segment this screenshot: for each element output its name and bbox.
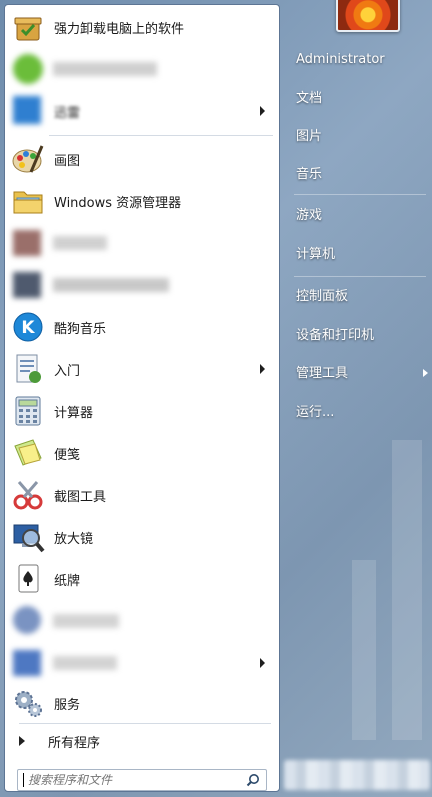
solitaire-icon <box>11 562 45 596</box>
search-icon[interactable] <box>246 773 260 787</box>
blurred-app-icon <box>11 94 45 128</box>
program-label: 放大镜 <box>54 531 94 547</box>
submenu-arrow-icon <box>260 658 265 668</box>
user-name-link[interactable]: Administrator <box>296 43 426 77</box>
program-item-blurred[interactable] <box>7 643 277 683</box>
computer-link[interactable]: 计算机 <box>296 238 426 272</box>
program-item-magnifier[interactable]: 放大镜 <box>7 517 277 557</box>
program-item-sticky-notes[interactable]: 便笺 <box>7 433 277 473</box>
snipping-tool-icon <box>11 478 45 512</box>
svg-text:K: K <box>21 318 35 338</box>
program-item-solitaire[interactable]: 纸牌 <box>7 559 277 599</box>
background-glass <box>392 440 422 740</box>
blurred-label <box>53 656 117 670</box>
divider <box>49 135 273 136</box>
program-item-calculator[interactable]: 计算器 <box>7 391 277 431</box>
search-box[interactable] <box>17 769 267 791</box>
blurred-app-icon <box>11 268 45 302</box>
kugou-icon: K <box>11 310 45 344</box>
blurred-label <box>53 278 169 292</box>
services-gear-icon <box>11 686 45 720</box>
all-programs-label: 所有程序 <box>48 735 101 751</box>
program-item-paint[interactable]: 画图 <box>7 139 277 179</box>
getting-started-icon <box>11 352 45 386</box>
places-pane: Administrator 文档 图片 音乐 游戏 计算机 控制面板 设备和打印… <box>282 0 432 797</box>
program-item-xunlei[interactable]: 迅雷 <box>7 91 277 131</box>
magnifier-icon <box>11 520 45 554</box>
program-item-uninstaller[interactable]: 强力卸载电脑上的软件 <box>7 7 277 47</box>
blurred-app-icon <box>11 646 45 680</box>
music-link[interactable]: 音乐 <box>296 158 426 192</box>
program-item-blurred[interactable] <box>7 49 277 89</box>
program-label: 纸牌 <box>54 573 81 589</box>
divider <box>294 276 426 277</box>
program-item-explorer[interactable]: Windows 资源管理器 <box>7 181 277 221</box>
search-input[interactable] <box>24 771 238 789</box>
divider <box>19 723 271 724</box>
program-label: 画图 <box>54 153 81 169</box>
program-item-blurred[interactable] <box>7 223 277 263</box>
program-item-services[interactable]: 服务 <box>7 683 277 723</box>
program-item-snipping-tool[interactable]: 截图工具 <box>7 475 277 515</box>
blurred-label <box>53 236 107 250</box>
program-label: 计算器 <box>54 405 94 421</box>
blurred-app-icon <box>11 52 45 86</box>
pictures-link[interactable]: 图片 <box>296 120 426 154</box>
blurred-app-icon <box>11 226 45 260</box>
devices-printers-link[interactable]: 设备和打印机 <box>296 319 426 353</box>
program-label: 入门 <box>54 363 81 379</box>
blurred-label <box>53 62 157 76</box>
paint-icon <box>11 142 45 176</box>
program-item-blurred[interactable] <box>7 601 277 641</box>
program-label: 便笺 <box>54 447 81 463</box>
program-item-kugou[interactable]: K 酷狗音乐 <box>7 307 277 347</box>
program-label: Windows 资源管理器 <box>54 195 182 211</box>
games-link[interactable]: 游戏 <box>296 199 426 233</box>
background-glass <box>352 560 376 740</box>
program-item-blurred[interactable] <box>7 265 277 305</box>
shutdown-button[interactable] <box>284 760 430 790</box>
program-label: 服务 <box>54 697 81 713</box>
program-label: 酷狗音乐 <box>54 321 107 337</box>
run-link[interactable]: 运行... <box>296 396 426 430</box>
explorer-folder-icon <box>11 184 45 218</box>
expand-arrow-icon <box>19 736 25 746</box>
all-programs-button[interactable]: 所有程序 <box>7 725 277 757</box>
program-label: 迅雷 <box>54 105 81 121</box>
submenu-arrow-icon <box>423 369 428 377</box>
calculator-icon <box>11 394 45 428</box>
blurred-label <box>53 614 119 628</box>
user-avatar[interactable] <box>336 0 400 32</box>
program-label: 强力卸载电脑上的软件 <box>54 21 185 37</box>
program-item-getting-started[interactable]: 入门 <box>7 349 277 389</box>
submenu-arrow-icon <box>260 106 265 116</box>
control-panel-link[interactable]: 控制面板 <box>296 280 426 314</box>
sticky-notes-icon <box>11 436 45 470</box>
admin-tools-label: 管理工具 <box>296 366 349 381</box>
program-label: 截图工具 <box>54 489 107 505</box>
documents-link[interactable]: 文档 <box>296 82 426 116</box>
uninstaller-icon <box>11 10 45 44</box>
program-list-pane: 强力卸载电脑上的软件 迅雷 画图 Windows 资源管理器 K 酷狗音乐 入门… <box>4 4 280 792</box>
submenu-arrow-icon <box>260 364 265 374</box>
blurred-app-icon <box>11 604 45 638</box>
admin-tools-link[interactable]: 管理工具 <box>296 357 428 391</box>
divider <box>294 194 426 195</box>
